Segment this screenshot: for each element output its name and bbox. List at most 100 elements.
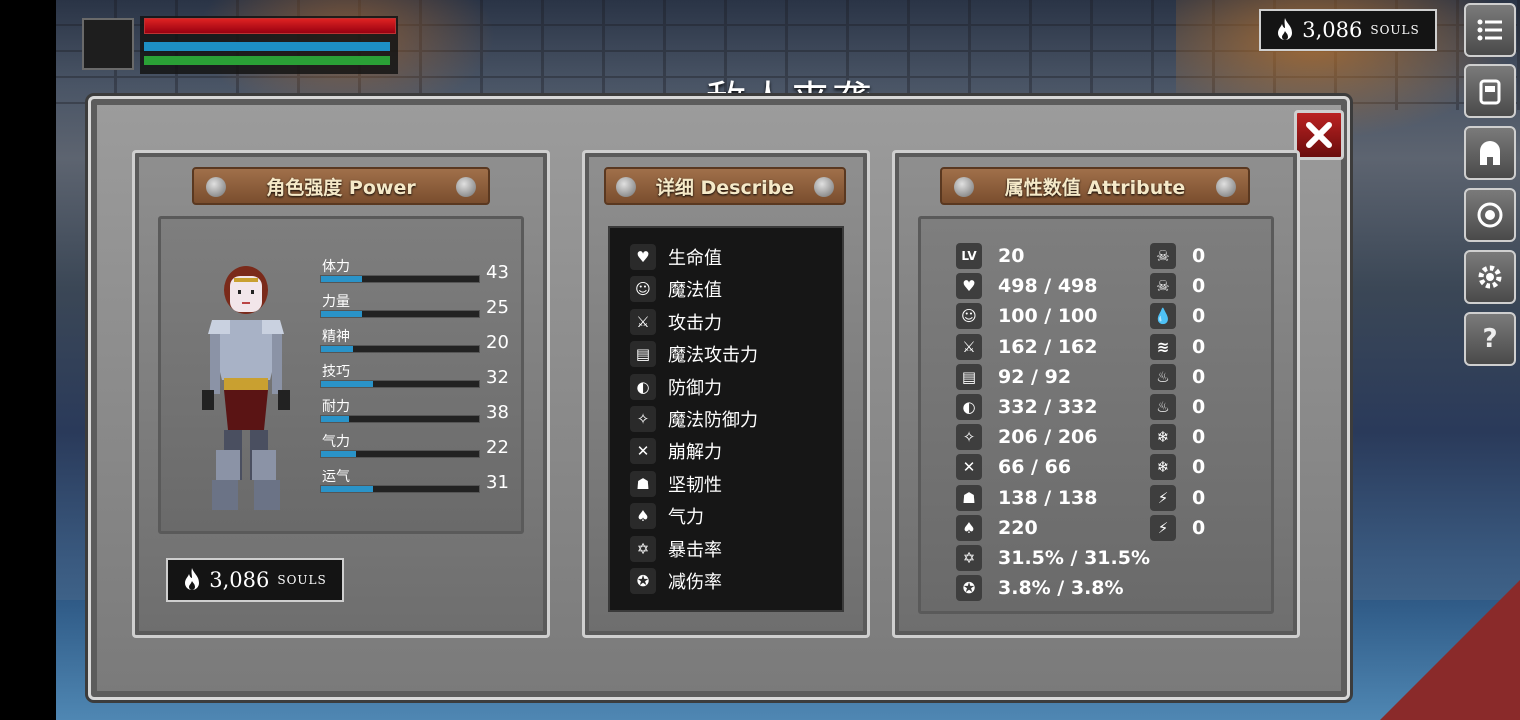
attribute-row: ≋ 0 [1150,332,1205,362]
power-stat-value: 31 [486,472,509,493]
frost-break-icon: ❄ [1150,454,1176,481]
bleed-skull-icon: ☠ [1150,273,1176,300]
lightning-break-icon: ⚡ [1150,514,1176,541]
player-status-bars [140,16,398,74]
describe-label: 气力 [668,507,704,529]
attribute-row: ❄ 0 [1150,452,1205,482]
lightning-icon: ⚡ [1150,484,1176,511]
poison-skull-icon: ☠ [1150,243,1176,269]
souls-unit: SOULS [1370,23,1420,37]
describe-label: 暴击率 [668,539,722,561]
describe-label: 坚韧性 [668,474,722,496]
sword-icon: ⚔ [956,333,982,360]
describe-item: ◐ 防御力 [630,372,722,402]
attribute-value: 0 [1192,516,1206,539]
skill-icon [1477,202,1503,228]
attribute-value: 66 / 66 [998,456,1072,479]
lungs-icon: ♠ [956,514,982,541]
power-stat-row: 耐力 38 [320,396,520,426]
fire-icon: ♨ [1150,363,1176,390]
attribute-value: 100 / 100 [998,305,1098,328]
describe-item: ☗ 坚韧性 [630,469,722,499]
power-stat-row: 技巧 32 [320,361,520,391]
describe-title: 详细 Describe [655,176,795,199]
attribute-value: 0 [1192,365,1206,388]
attribute-row: ☠ 0 [1150,271,1205,301]
close-button[interactable] [1294,110,1344,160]
heart-icon: ♥ [956,273,982,300]
settings-button[interactable] [1464,250,1516,304]
spellbook-icon: ▤ [630,341,656,368]
help-button[interactable]: ? [1464,312,1516,366]
helmet-icon [1480,141,1500,165]
describe-item: ✡ 暴击率 [630,534,722,564]
power-title: 角色强度 Power [266,176,416,199]
power-stat-value: 32 [486,367,509,388]
attribute-value: 0 [1192,426,1206,449]
shield-icon: ◐ [630,373,656,400]
stamina-bar [144,56,390,65]
helmet-icon: ☗ [956,484,982,511]
mp-bar [144,42,390,51]
close-icon [1306,122,1332,148]
menu-button[interactable] [1464,3,1516,57]
power-stat-value: 38 [486,402,509,423]
burn-icon: ♨ [1150,394,1176,420]
shield-icon: ◐ [956,394,982,420]
power-stat-label: 气力 [322,434,350,450]
skill-button[interactable] [1464,188,1516,242]
attribute-row: ♥ 498 / 498 [956,271,1098,301]
power-stat-value: 25 [486,297,509,318]
attribute-value: 0 [1192,396,1206,418]
sword-icon: ⚔ [630,308,656,335]
power-stat-row: 精神 20 [320,326,520,356]
power-stat-bar [320,275,480,283]
attribute-value: 498 / 498 [998,275,1098,298]
describe-item: ▤ 魔法攻击力 [630,339,758,369]
power-stat-row: 体力 43 [320,256,520,286]
describe-label: 魔法攻击力 [668,345,758,367]
attribute-title: 属性数值 Attribute [1004,176,1186,199]
describe-label: 防御力 [668,377,722,399]
power-stat-label: 耐力 [322,399,350,415]
power-stat-row: 力量 25 [320,291,520,321]
describe-item: ♠ 气力 [630,501,704,531]
attribute-row: ☗ 138 / 138 [956,483,1098,513]
attribute-row: 💧 0 [1150,301,1205,331]
attribute-row: ♨ 0 [1150,362,1205,392]
magic-shield-icon: ✧ [630,406,656,432]
inventory-button[interactable] [1464,64,1516,118]
attribute-row: ❄ 0 [1150,422,1205,452]
describe-item: ☺ 魔法值 [630,274,722,304]
describe-label: 攻击力 [668,312,722,334]
attribute-row: ☺ 100 / 100 [956,301,1098,331]
attribute-row: LV 20 [956,241,1024,271]
power-stat-bar [320,450,480,458]
attribute-row: ✕ 66 / 66 [956,452,1071,482]
attribute-value: 0 [1192,456,1206,479]
attribute-value: 206 / 206 [998,426,1098,449]
attribute-row: ◐ 332 / 332 [956,392,1098,422]
level-icon: LV [956,243,982,269]
equipment-button[interactable] [1464,126,1516,180]
attribute-value: 162 / 162 [998,335,1098,358]
magic-shield-icon: ✧ [956,424,982,451]
souls-unit: SOULS [277,573,327,587]
power-stat-value: 20 [486,332,509,353]
describe-label: 生命值 [668,248,722,269]
power-stat-value: 22 [486,437,509,458]
menu-icon [1477,19,1502,41]
attribute-row: ⚔ 162 / 162 [956,332,1098,362]
power-stat-label: 精神 [322,329,350,345]
heart-icon: ♥ [630,244,656,270]
power-stat-label: 运气 [322,469,350,485]
describe-label: 魔法防御力 [668,410,758,431]
help-icon: ? [1482,324,1498,354]
describe-item: ✕ 崩解力 [630,436,722,466]
souls-value: 3,086 [1302,18,1363,42]
power-header: 角色强度 Power [192,167,490,205]
claw-icon: ≋ [1150,333,1176,360]
power-stat-label: 力量 [322,294,350,310]
break-icon: ✕ [956,454,982,481]
power-stat-value: 43 [486,262,509,283]
